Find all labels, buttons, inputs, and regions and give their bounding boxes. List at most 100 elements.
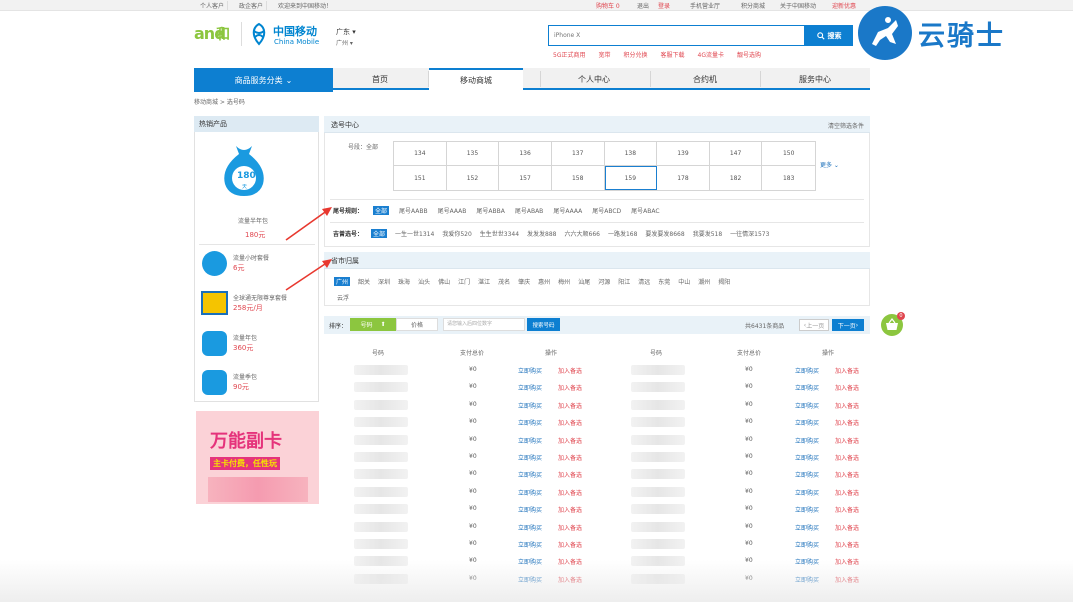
hot-link[interactable]: 积分兑换 xyxy=(623,50,647,59)
city-option[interactable]: 韶关 xyxy=(358,277,370,286)
add-candidate-link[interactable]: 加入备选 xyxy=(558,436,582,445)
lucky-option[interactable]: 我要发518 xyxy=(693,229,722,238)
quarter-pack-icon[interactable] xyxy=(202,370,227,395)
add-candidate-link[interactable]: 加入备选 xyxy=(835,436,859,445)
buy-now-link[interactable]: 立即购买 xyxy=(518,436,542,445)
city-option[interactable]: 河源 xyxy=(598,277,610,286)
nav-service-center[interactable]: 服务中心 xyxy=(768,68,862,90)
buy-now-link[interactable]: 立即购买 xyxy=(518,470,542,479)
buy-now-link[interactable]: 立即购买 xyxy=(518,540,542,549)
segment-option[interactable]: 136 xyxy=(499,142,552,166)
add-candidate-link[interactable]: 加入备选 xyxy=(558,470,582,479)
add-candidate-link[interactable]: 加入备选 xyxy=(558,401,582,410)
sort-by-number-button[interactable]: 号码 ⬆ xyxy=(350,318,396,331)
about-link[interactable]: 关于中国移动 xyxy=(780,1,816,10)
link-enterprise[interactable]: 政企客户 xyxy=(236,1,268,10)
nav-home[interactable]: 首页 xyxy=(333,68,427,90)
buy-now-link[interactable]: 立即购买 xyxy=(795,470,819,479)
add-candidate-link[interactable]: 加入备选 xyxy=(835,505,859,514)
buy-now-link[interactable]: 立即购买 xyxy=(795,488,819,497)
featured-product-name[interactable]: 流量半年包 xyxy=(238,216,268,225)
lucky-option[interactable]: 一往情深1573 xyxy=(730,229,769,238)
segment-option[interactable]: 152 xyxy=(447,166,500,190)
city-option[interactable]: 揭阳 xyxy=(718,277,730,286)
lucky-option[interactable]: 我爱你520 xyxy=(442,229,471,238)
add-candidate-link[interactable]: 加入备选 xyxy=(558,505,582,514)
login-link[interactable]: 登录 xyxy=(658,1,670,10)
buy-now-link[interactable]: 立即购买 xyxy=(795,418,819,427)
tail-rule-option[interactable]: 尾号ABCD xyxy=(592,206,621,215)
add-candidate-link[interactable]: 加入备选 xyxy=(835,540,859,549)
segment-option[interactable]: 157 xyxy=(499,166,552,190)
sort-by-price-button[interactable]: 价格 xyxy=(396,318,438,331)
buy-now-link[interactable]: 立即购买 xyxy=(518,401,542,410)
add-candidate-link[interactable]: 加入备选 xyxy=(558,366,582,375)
tail-digits-input[interactable]: 请您输入后四位数字 xyxy=(443,318,525,331)
lucky-option[interactable]: 要发要发8668 xyxy=(645,229,684,238)
nav-personal-center[interactable]: 个人中心 xyxy=(547,68,641,90)
promo-link[interactable]: 迎新优惠 xyxy=(832,1,856,10)
segment-option[interactable]: 178 xyxy=(657,166,710,190)
city-option[interactable]: 阳江 xyxy=(618,277,630,286)
city-option[interactable]: 梅州 xyxy=(558,277,570,286)
tail-rule-all[interactable]: 全部 xyxy=(373,206,390,215)
add-candidate-link[interactable]: 加入备选 xyxy=(835,366,859,375)
segment-option[interactable]: 134 xyxy=(394,142,447,166)
city-select[interactable]: 广州 ▾ xyxy=(336,38,353,47)
nav-contract-phone[interactable]: 合约机 xyxy=(658,68,752,90)
hot-link[interactable]: 宽带 xyxy=(598,50,610,59)
add-candidate-link[interactable]: 加入备选 xyxy=(558,383,582,392)
search-input-wrap[interactable] xyxy=(548,25,805,46)
add-candidate-link[interactable]: 加入备选 xyxy=(558,523,582,532)
nav-mall[interactable]: 移动商城 xyxy=(429,68,523,90)
clock-icon[interactable] xyxy=(202,251,227,276)
points-mall-link[interactable]: 积分商城 xyxy=(741,1,765,10)
buy-now-link[interactable]: 立即购买 xyxy=(795,366,819,375)
buy-now-link[interactable]: 立即购买 xyxy=(795,401,819,410)
segment-option[interactable]: 137 xyxy=(551,142,605,166)
year-pack-icon[interactable] xyxy=(202,331,227,356)
link-personal[interactable]: 个人客户 xyxy=(197,1,229,10)
search-number-button[interactable]: 搜索号码 xyxy=(527,318,560,331)
add-candidate-link[interactable]: 加入备选 xyxy=(558,540,582,549)
add-candidate-link[interactable]: 加入备选 xyxy=(835,488,859,497)
sidebar-product-name[interactable]: 流量季包 xyxy=(233,372,257,381)
lucky-option[interactable]: 六六大顺666 xyxy=(565,229,600,238)
search-button[interactable]: 搜索 xyxy=(805,25,853,46)
buy-now-link[interactable]: 立即购买 xyxy=(795,436,819,445)
add-candidate-link[interactable]: 加入备选 xyxy=(835,383,859,392)
add-candidate-link[interactable]: 加入备选 xyxy=(835,523,859,532)
city-option[interactable]: 肇庆 xyxy=(518,277,530,286)
city-option[interactable]: 清远 xyxy=(638,277,650,286)
segment-option[interactable]: 151 xyxy=(394,166,447,190)
buy-now-link[interactable]: 立即购买 xyxy=(795,523,819,532)
clear-filters-link[interactable]: 清空筛选条件 xyxy=(828,121,864,130)
lucky-option[interactable]: 一生一世1314 xyxy=(395,229,434,238)
segment-option[interactable]: 147 xyxy=(709,142,763,166)
city-option[interactable]: 江门 xyxy=(458,277,470,286)
city-option[interactable]: 汕尾 xyxy=(578,277,590,286)
buy-now-link[interactable]: 立即购买 xyxy=(795,383,819,392)
segment-option[interactable]: 183 xyxy=(762,166,815,190)
segment-option[interactable]: 182 xyxy=(710,166,763,190)
hot-link[interactable]: 客服下载 xyxy=(661,50,685,59)
hot-link[interactable]: 4G流量卡 xyxy=(698,50,724,59)
city-option[interactable]: 茂名 xyxy=(498,277,510,286)
tail-rule-option[interactable]: 尾号ABAC xyxy=(631,206,659,215)
city-option[interactable]: 中山 xyxy=(678,277,690,286)
segment-option[interactable]: 159 xyxy=(604,166,658,190)
buy-now-link[interactable]: 立即购买 xyxy=(795,505,819,514)
buy-now-link[interactable]: 立即购买 xyxy=(518,366,542,375)
province-select[interactable]: 广东 ▾ xyxy=(336,27,356,37)
add-candidate-link[interactable]: 加入备选 xyxy=(558,488,582,497)
more-segments-link[interactable]: 更多 ⌄ xyxy=(820,160,839,169)
segment-option[interactable]: 150 xyxy=(762,142,815,166)
hot-link[interactable]: 5G正式商用 xyxy=(553,50,585,59)
sidebar-product-name[interactable]: 流量年包 xyxy=(233,333,257,342)
promo-banner[interactable]: 万能副卡 主卡付费，任性玩 xyxy=(196,411,319,504)
buy-now-link[interactable]: 立即购买 xyxy=(518,418,542,427)
add-candidate-link[interactable]: 加入备选 xyxy=(835,401,859,410)
hot-link[interactable]: 靓号选购 xyxy=(737,50,761,59)
sidebar-product-name[interactable]: 全球通无限尊享套餐 xyxy=(233,293,287,302)
tail-rule-option[interactable]: 尾号ABAB xyxy=(515,206,543,215)
